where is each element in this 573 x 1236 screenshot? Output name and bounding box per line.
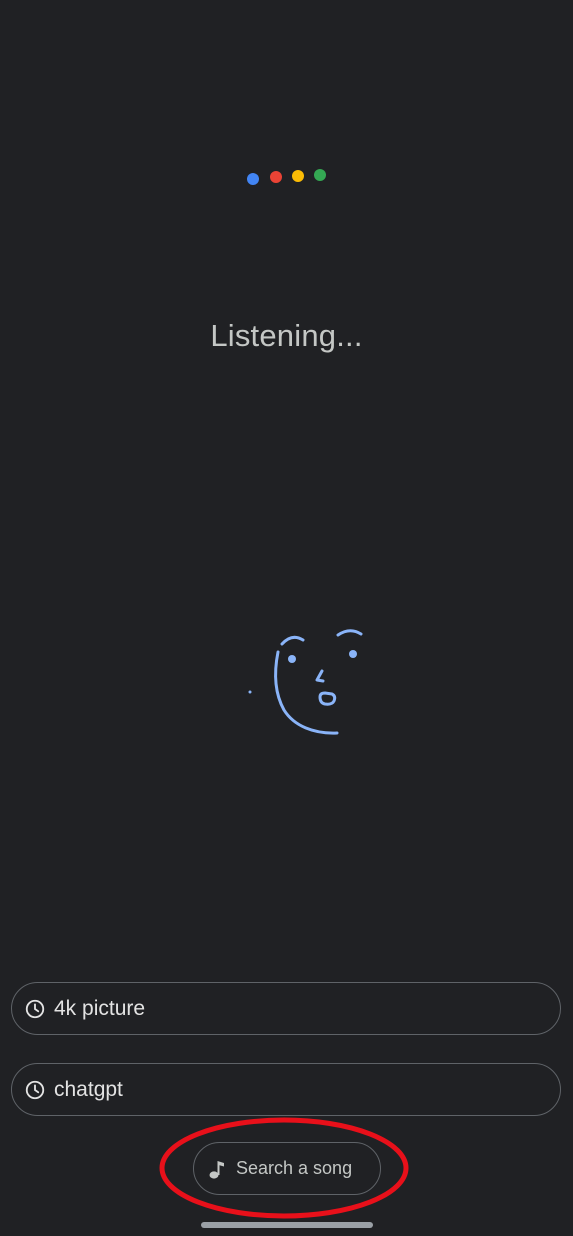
yellow-dot <box>292 170 304 182</box>
search-song-button[interactable]: Search a song <box>193 1142 381 1195</box>
suggestion-label: chatgpt <box>54 1077 123 1101</box>
blue-dot <box>247 173 259 185</box>
home-indicator[interactable] <box>201 1222 373 1228</box>
green-dot <box>314 169 326 181</box>
suggestion-chip-chatgpt[interactable]: chatgpt <box>11 1063 561 1116</box>
suggestion-label: 4k picture <box>54 996 146 1020</box>
red-dot <box>270 171 282 183</box>
search-song-label: Search a song <box>236 1158 353 1178</box>
music-note-icon <box>209 1160 224 1179</box>
assistant-dots <box>0 0 573 200</box>
suggestion-chip-4k-picture[interactable]: 4k picture <box>11 982 561 1035</box>
history-clock-icon <box>25 999 45 1018</box>
listening-status: Listening... <box>210 318 363 353</box>
history-clock-icon <box>25 1080 45 1099</box>
face-doodle-icon <box>248 629 363 735</box>
